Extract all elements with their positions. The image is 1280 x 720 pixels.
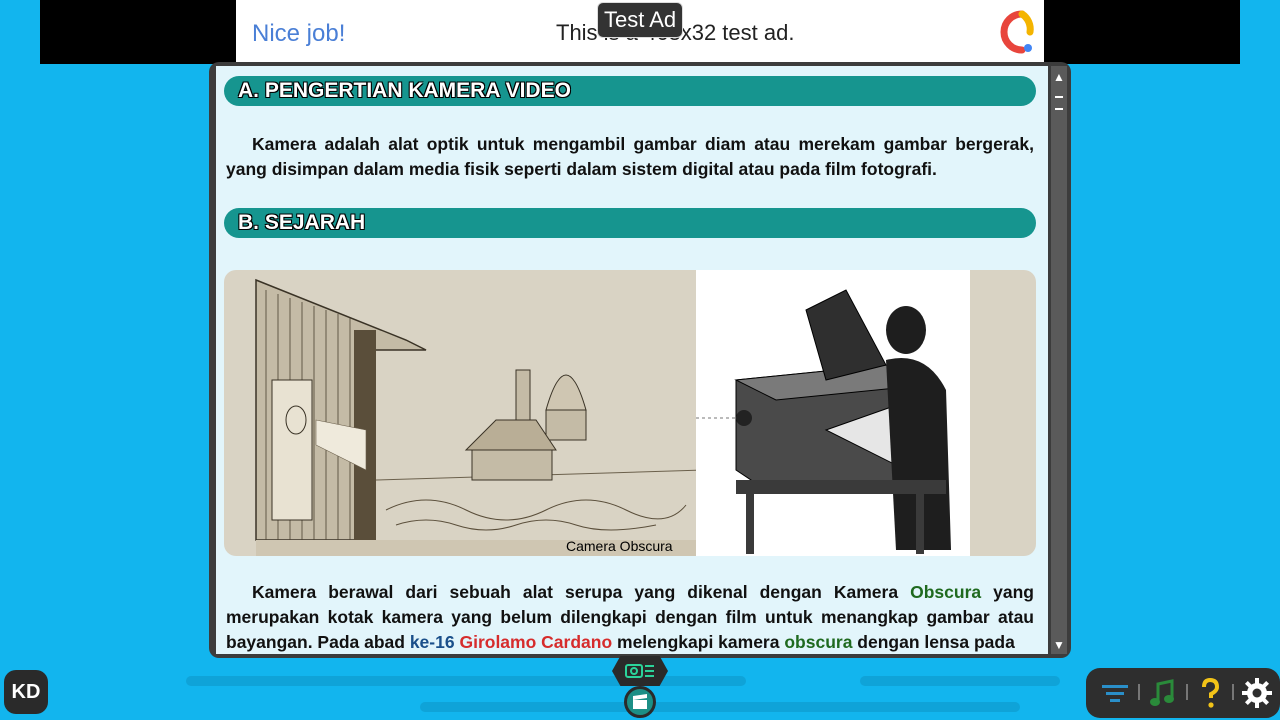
- scroll-down-arrow-icon[interactable]: ▼: [1051, 636, 1067, 654]
- term-obscura: Obscura: [910, 582, 982, 602]
- test-ad-badge: Test Ad: [597, 2, 684, 38]
- toolbar-divider: [1138, 684, 1140, 700]
- section-b-text-end: dengan lensa pada: [857, 632, 1015, 652]
- toolbar-divider: [1232, 684, 1234, 700]
- content-scroll-area[interactable]: A. PENGERTIAN KAMERA VIDEO Kamera adalah…: [216, 66, 1048, 654]
- camera-list-icon[interactable]: [624, 660, 656, 682]
- scrollbar-thumb[interactable]: [1055, 96, 1063, 110]
- kd-button[interactable]: KD: [4, 670, 48, 714]
- settings-gear-icon[interactable]: [1240, 676, 1274, 710]
- film-clapper-icon: [633, 694, 647, 709]
- scroll-up-arrow-icon[interactable]: ▲: [1051, 68, 1067, 86]
- menu-filter-icon[interactable]: [1098, 676, 1132, 710]
- section-b-text-mid2: melengkapi kamera: [617, 632, 780, 652]
- help-question-icon[interactable]: [1196, 676, 1224, 710]
- music-note-icon[interactable]: [1148, 676, 1178, 710]
- image-caption: Camera Obscura: [566, 538, 673, 554]
- section-heading-b: B. SEJARAH: [224, 208, 1036, 238]
- vertical-scrollbar[interactable]: [1051, 66, 1067, 654]
- camera-obscura-sketch: [236, 270, 704, 556]
- decor-stripe: [420, 702, 1020, 712]
- ad-nice-text: Nice job!: [252, 20, 346, 47]
- section-a-paragraph: Kamera adalah alat optik untuk mengambil…: [226, 132, 1034, 182]
- term-person: Girolamo Cardano: [459, 632, 613, 652]
- term-obscura-2: obscura: [784, 632, 853, 652]
- toolbar-divider: [1186, 684, 1188, 700]
- section-b-paragraph: Kamera berawal dari sebuah alat serupa y…: [226, 580, 1034, 654]
- term-century: ke-16: [409, 632, 455, 652]
- camera-obscura-image: Camera Obscura: [224, 270, 1036, 556]
- section-a-text: Kamera adalah alat optik untuk mengambil…: [226, 134, 1034, 179]
- camera-obscura-engraving: [696, 270, 970, 556]
- admob-logo-icon: [1000, 10, 1034, 54]
- section-b-text-start: Kamera berawal dari sebuah alat serupa y…: [252, 582, 899, 602]
- decor-stripe: [860, 676, 1060, 686]
- section-heading-a: A. PENGERTIAN KAMERA VIDEO: [224, 76, 1036, 106]
